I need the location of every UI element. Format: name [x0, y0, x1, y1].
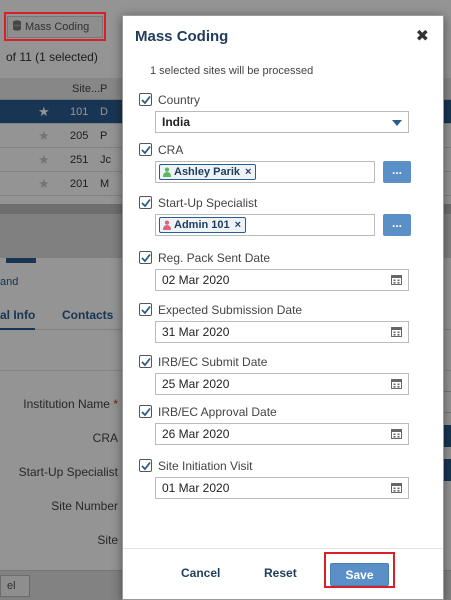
close-icon[interactable]: ✖ [416, 26, 429, 46]
expected-submission-date-input[interactable]: 31 Mar 2020 [155, 321, 409, 343]
site-initiation-visit-checkbox[interactable] [139, 459, 152, 472]
cancel-button[interactable]: Cancel [181, 566, 220, 580]
person-icon [163, 220, 171, 230]
reg-pack-sent-date-checkbox[interactable] [139, 251, 152, 264]
cra-checkbox[interactable] [139, 143, 152, 156]
country-label: Country [158, 93, 201, 107]
calendar-icon [391, 379, 402, 389]
date-value: 01 Mar 2020 [162, 481, 230, 495]
remove-tag-icon[interactable]: × [245, 166, 251, 178]
cra-tag: Ashley Parik × [159, 164, 257, 180]
calendar-icon [391, 483, 402, 493]
reg-pack-sent-date-label: Reg. Pack Sent Date [158, 251, 271, 265]
irb-ec-approval-date-checkbox[interactable] [139, 405, 152, 418]
irb-ec-approval-date-input[interactable]: 26 Mar 2020 [155, 423, 409, 445]
check-icon [140, 253, 151, 262]
cra-label: CRA [158, 143, 184, 157]
person-icon [163, 167, 171, 177]
footer-divider [123, 548, 443, 549]
reset-button[interactable]: Reset [264, 566, 297, 580]
check-icon [140, 305, 151, 314]
country-select[interactable]: India [155, 111, 409, 133]
date-value: 02 Mar 2020 [162, 273, 230, 287]
expected-submission-date-checkbox[interactable] [139, 303, 152, 316]
check-icon [140, 145, 151, 154]
start-up-specialist-tag-input[interactable]: Admin 101 × [155, 214, 375, 236]
country-checkbox[interactable] [139, 93, 152, 106]
specialist-tag: Admin 101 × [159, 217, 247, 233]
date-value: 31 Mar 2020 [162, 325, 230, 339]
mass-coding-highlight [4, 12, 106, 41]
country-value: India [162, 115, 191, 129]
check-icon [140, 198, 151, 207]
irb-ec-submit-date-label: IRB/EC Submit Date [158, 355, 268, 369]
selection-summary: 1 selected sites will be processed [150, 65, 314, 77]
calendar-icon [391, 275, 402, 285]
calendar-icon [391, 327, 402, 337]
reg-pack-sent-date-input[interactable]: 02 Mar 2020 [155, 269, 409, 291]
mass-coding-dialog: Mass Coding ✖ 1 selected sites will be p… [122, 15, 444, 600]
calendar-icon [391, 429, 402, 439]
start-up-specialist-label: Start-Up Specialist [158, 196, 258, 210]
cra-tag-label: Ashley Parik [174, 166, 241, 178]
check-icon [140, 461, 151, 470]
cra-lookup-button[interactable]: ... [383, 161, 411, 183]
irb-ec-submit-date-checkbox[interactable] [139, 355, 152, 368]
save-button-highlight [324, 552, 395, 588]
dialog-title: Mass Coding [135, 28, 229, 45]
date-value: 25 Mar 2020 [162, 377, 230, 391]
site-initiation-visit-label: Site Initiation Visit [158, 459, 253, 473]
check-icon [140, 95, 151, 104]
irb-ec-submit-date-input[interactable]: 25 Mar 2020 [155, 373, 409, 395]
start-up-specialist-checkbox[interactable] [139, 196, 152, 209]
cra-tag-input[interactable]: Ashley Parik × [155, 161, 375, 183]
check-icon [140, 407, 151, 416]
irb-ec-approval-date-label: IRB/EC Approval Date [158, 405, 277, 419]
site-initiation-visit-input[interactable]: 01 Mar 2020 [155, 477, 409, 499]
specialist-lookup-button[interactable]: ... [383, 214, 411, 236]
chevron-down-icon [392, 120, 402, 126]
remove-tag-icon[interactable]: × [235, 219, 241, 231]
specialist-tag-label: Admin 101 [174, 219, 230, 231]
check-icon [140, 357, 151, 366]
date-value: 26 Mar 2020 [162, 427, 230, 441]
expected-submission-date-label: Expected Submission Date [158, 303, 303, 317]
